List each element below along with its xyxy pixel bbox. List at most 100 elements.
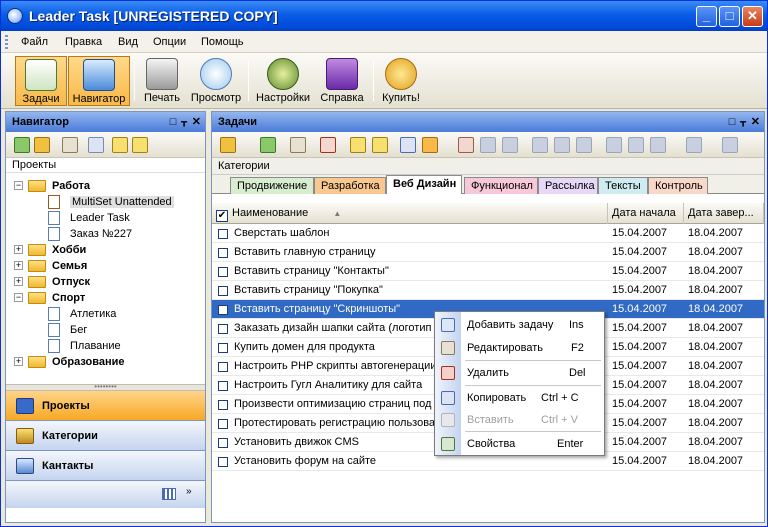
collapse-icon[interactable]: − [14, 293, 23, 302]
menu-file[interactable]: Файл [21, 36, 48, 48]
pin-icon[interactable]: ᚁ [181, 116, 186, 128]
tree-node-order-227[interactable]: Заказ №227 [14, 226, 194, 242]
tree-node-athletics[interactable]: Атлетика [14, 306, 194, 322]
float-icon[interactable]: □ [170, 116, 177, 128]
expand-icon[interactable]: + [14, 245, 23, 254]
float-icon[interactable]: □ [729, 116, 736, 128]
check-task-icon[interactable] [458, 137, 474, 153]
task-checkbox[interactable] [218, 248, 228, 258]
chevron-down-icon[interactable]: » [186, 486, 192, 497]
menu-view[interactable]: Вид [118, 36, 138, 48]
task-checkbox[interactable] [218, 267, 228, 277]
print-button[interactable]: Печать [141, 56, 183, 106]
table-row[interactable]: Вставить главную страницу 15.04.2007 18.04… [212, 243, 764, 262]
move-up-icon[interactable] [132, 137, 148, 153]
tab-development[interactable]: Разработка [314, 177, 386, 194]
menu-edit[interactable]: Правка [65, 36, 102, 48]
delete-icon [441, 366, 455, 380]
task-checkbox[interactable] [218, 229, 228, 239]
tree-node-family[interactable]: + Семья [14, 258, 194, 274]
move-down-icon[interactable] [112, 137, 128, 153]
maximize-button[interactable]: □ [719, 6, 740, 27]
panel-splitter[interactable]: •••••••• [6, 383, 205, 391]
ctx-edit[interactable]: Редактировать F2 [435, 338, 604, 358]
add-folder-icon[interactable] [34, 137, 50, 153]
sort-down-icon[interactable] [422, 137, 438, 153]
nav-categories-button[interactable]: Категории [6, 421, 205, 451]
pin-icon[interactable]: ᚁ [740, 116, 745, 128]
check-all-icon[interactable]: ✔ [216, 210, 228, 222]
expand-icon[interactable]: + [14, 261, 23, 270]
task-checkbox[interactable] [218, 457, 228, 467]
task-checkbox[interactable] [218, 324, 228, 334]
tree-node-work[interactable]: − Работа [14, 178, 194, 194]
column-name[interactable]: ✔ Наименование ▲ [212, 203, 608, 224]
new-task-icon[interactable] [260, 137, 276, 153]
open-folder-icon[interactable] [350, 137, 366, 153]
sort-asc-icon: ▲ [333, 209, 342, 218]
ctx-add-task[interactable]: Добавить задачу Ins [435, 315, 604, 335]
task-checkbox[interactable] [218, 419, 228, 429]
tree-node-education[interactable]: + Образование [14, 354, 194, 370]
close-panel-icon[interactable]: ✕ [192, 116, 201, 128]
preview-button[interactable]: Просмотр [190, 56, 242, 106]
add-project-icon[interactable] [14, 137, 30, 153]
expand-icon[interactable]: + [14, 357, 23, 366]
tab-web-design[interactable]: Веб Дизайн [386, 175, 462, 194]
menu-options[interactable]: Опции [153, 36, 186, 48]
minimize-button[interactable]: _ [696, 6, 717, 27]
filter-icon[interactable] [220, 137, 236, 153]
tab-control[interactable]: Контроль [648, 177, 708, 194]
tab-functionality[interactable]: Функционал [464, 177, 538, 194]
column-end-date[interactable]: Дата завер... [684, 203, 764, 224]
table-row[interactable]: Вставить страницу "Контакты" 15.04.2007 18… [212, 262, 764, 281]
arrow-task-icon [48, 195, 60, 209]
settings-button[interactable]: Настройки [254, 56, 312, 106]
close-panel-icon[interactable]: ✕ [751, 116, 760, 128]
navigator-button[interactable]: Навигатор [68, 56, 130, 106]
configure-buttons-icon[interactable] [162, 488, 176, 500]
ctx-copy[interactable]: Копировать Ctrl + C [435, 388, 604, 408]
ctx-properties[interactable]: Свойства Enter [435, 434, 604, 454]
printer-icon [146, 58, 178, 90]
folder-up-icon[interactable] [372, 137, 388, 153]
move-task-icon[interactable] [400, 137, 416, 153]
buy-button[interactable]: Купить! [378, 56, 424, 106]
delete-icon[interactable] [88, 137, 104, 153]
task-checkbox[interactable] [218, 305, 228, 315]
title-bar[interactable]: Leader Task [UNREGISTERED COPY] _ □ ✕ [1, 1, 767, 31]
menu-help[interactable]: Помощь [201, 36, 244, 48]
tree-node-running[interactable]: Бег [14, 322, 194, 338]
tree-node-leader-task[interactable]: Leader Task [14, 210, 194, 226]
close-button[interactable]: ✕ [742, 6, 763, 27]
tasks-button[interactable]: Задачи [15, 56, 67, 106]
coin-icon [385, 58, 417, 90]
menubar-grip-icon[interactable] [5, 35, 8, 49]
column-start-date[interactable]: Дата начала [608, 203, 684, 224]
tree-node-vacation[interactable]: + Отпуск [14, 274, 194, 290]
ctx-delete[interactable]: Удалить Del [435, 363, 604, 383]
help-button[interactable]: Справка [317, 56, 367, 106]
table-row[interactable]: Сверстать шаблон 15.04.2007 18.04.2007 [212, 224, 764, 243]
task-checkbox[interactable] [218, 438, 228, 448]
edit-icon[interactable] [62, 137, 78, 153]
tree-node-hobby[interactable]: + Хобби [14, 242, 194, 258]
task-checkbox[interactable] [218, 400, 228, 410]
expand-icon[interactable]: + [14, 277, 23, 286]
collapse-icon[interactable]: − [14, 181, 23, 190]
tree-node-sport[interactable]: − Спорт [14, 290, 194, 306]
tab-promotion[interactable]: Продвижение [230, 177, 314, 194]
task-checkbox[interactable] [218, 286, 228, 296]
nav-projects-button[interactable]: Проекты [6, 391, 205, 421]
tab-texts[interactable]: Тексты [598, 177, 648, 194]
table-row[interactable]: Вставить страницу "Покупка" 15.04.2007 18.… [212, 281, 764, 300]
edit-task-icon[interactable] [290, 137, 306, 153]
task-checkbox[interactable] [218, 343, 228, 353]
delete-task-icon[interactable] [320, 137, 336, 153]
tree-node-swimming[interactable]: Плавание [14, 338, 194, 354]
nav-contacts-button[interactable]: Кантакты [6, 451, 205, 481]
tree-node-multiset[interactable]: MultiSet Unattended [14, 194, 194, 210]
tab-mailing[interactable]: Рассылка [538, 177, 598, 194]
task-checkbox[interactable] [218, 381, 228, 391]
task-checkbox[interactable] [218, 362, 228, 372]
